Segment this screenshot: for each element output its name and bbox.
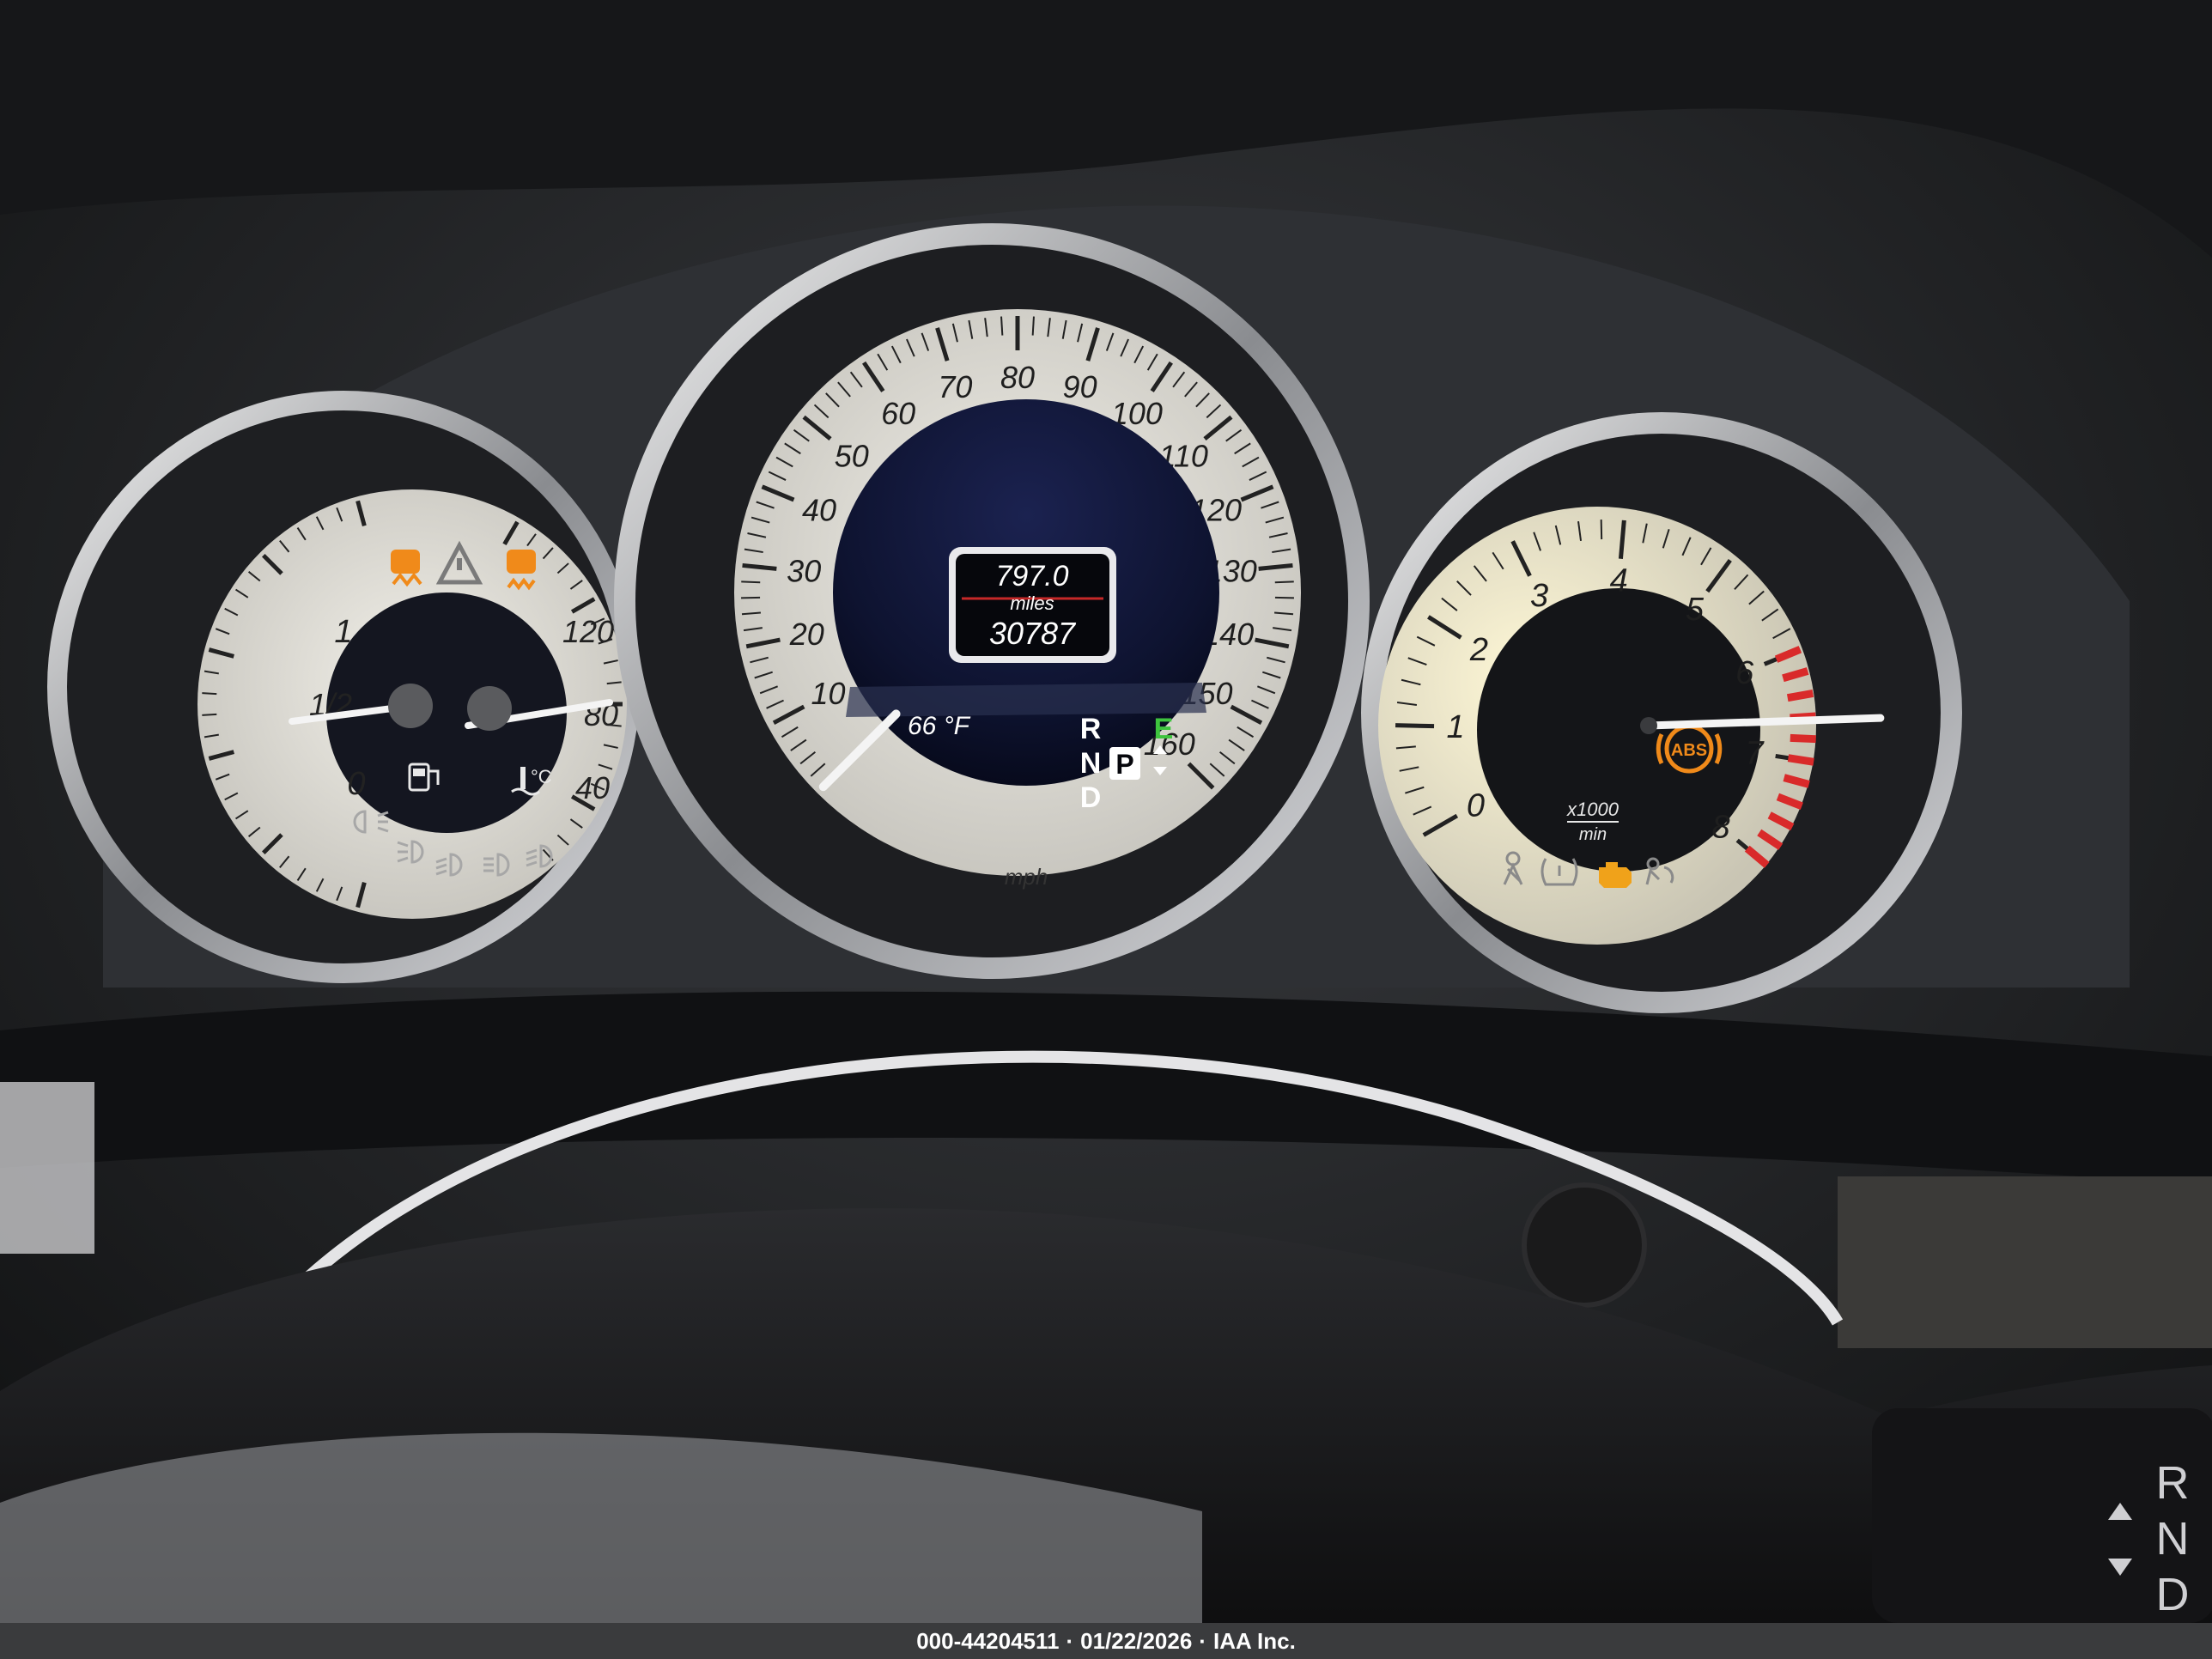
eco-mode-indicator: E: [1154, 713, 1174, 745]
tach-unit-multiplier: x1000: [1566, 799, 1620, 820]
dashboard-photo: 1 1/2 0 120 80 40 °C 10203040506070 80 9…: [0, 0, 2212, 1659]
odometer-unit: miles: [1010, 592, 1054, 614]
footer-date: 01/22/2026: [1080, 1628, 1193, 1654]
footer-lot-number: 000-44204511: [916, 1628, 1060, 1654]
speedometer-tick-label: 70: [938, 369, 972, 404]
fuel-needle-hub: [388, 684, 433, 728]
tachometer-tick-label: 2: [1469, 632, 1488, 668]
stability-off-icon: [507, 550, 536, 591]
tachometer-tick-label: 3: [1530, 578, 1548, 614]
temp-tick-120: 120: [562, 614, 614, 649]
tachometer-tick-label: 1: [1446, 709, 1464, 745]
speedometer-tick-label: 40: [802, 492, 836, 527]
stalk-label-d: D: [2156, 1569, 2190, 1620]
fuel-tick-empty: 0: [347, 766, 365, 802]
stalk-label-r: R: [2156, 1457, 2190, 1509]
gear-indicator-r: R: [1080, 713, 1102, 745]
speedometer-tick-label: 80: [1000, 360, 1035, 395]
tach-unit-per-min: min: [1579, 825, 1607, 844]
speedometer-tick: [741, 580, 761, 584]
speedometer-tick-label: 90: [1063, 369, 1097, 404]
stalk-label-n: N: [2156, 1513, 2190, 1565]
temp-needle-hub: [467, 686, 512, 731]
tachometer: 0 1 2 3 4 56 7 8 x1000 min ABS: [1361, 412, 1962, 1013]
fuel-tick-full: 1: [334, 614, 352, 650]
tachometer-tick-label: 6: [1735, 655, 1754, 691]
footer-caption: 000-44204511 · 01/22/2026 · IAA Inc.: [0, 1623, 2212, 1659]
redline-segment: [1787, 754, 1814, 766]
speedometer-unit: mph: [1005, 864, 1048, 890]
speedometer-tick: [1000, 316, 1004, 336]
speedometer-tick-label: 20: [789, 617, 824, 652]
speedometer-tick-label: 10: [811, 676, 845, 711]
trip-distance: 797.0: [995, 560, 1068, 592]
footer-source: IAA Inc.: [1212, 1628, 1296, 1654]
gear-selected: P: [1115, 749, 1133, 780]
speedometer-tick-label: 50: [835, 438, 869, 473]
speedometer-tick-label: 60: [881, 396, 915, 431]
fuel-tick: [202, 713, 217, 716]
tachometer-tick-label: 0: [1467, 788, 1485, 824]
fuel-tick: [202, 692, 217, 696]
left-chrome-trim: [0, 1082, 94, 1254]
tachometer-tick-label: 4: [1610, 563, 1628, 599]
tachometer-tick-label: 8: [1711, 809, 1729, 845]
gear-indicator-n: N: [1080, 747, 1102, 780]
tachometer-tick-label: 5: [1686, 592, 1705, 628]
tachometer-needle-hub: [1640, 717, 1657, 734]
redline-segment: [1786, 690, 1814, 702]
abs-label: ABS: [1671, 741, 1707, 760]
temp-unit-label: °C: [531, 766, 552, 787]
speedometer-tick: [1031, 316, 1035, 336]
outside-temperature: 66 °F: [908, 712, 971, 740]
temp-tick-40: 40: [575, 770, 610, 805]
wood-trim: [1838, 1176, 2212, 1348]
speaker-grille: [1522, 1182, 1647, 1308]
speedometer: 10203040506070 80 90100110120130140150160 …: [614, 223, 1370, 979]
speedometer-tick: [1274, 580, 1294, 584]
tachometer-tick-label: 7: [1745, 736, 1765, 772]
odometer-reading: 30787: [989, 616, 1077, 651]
tachometer-tick: [1600, 520, 1603, 540]
fuel-temp-gauge: 1 1/2 0 120 80 40 °C: [47, 391, 640, 983]
gear-indicator-d: D: [1080, 781, 1102, 814]
lcd-horizon: [846, 683, 1206, 717]
speedometer-tick-label: 30: [787, 553, 821, 588]
